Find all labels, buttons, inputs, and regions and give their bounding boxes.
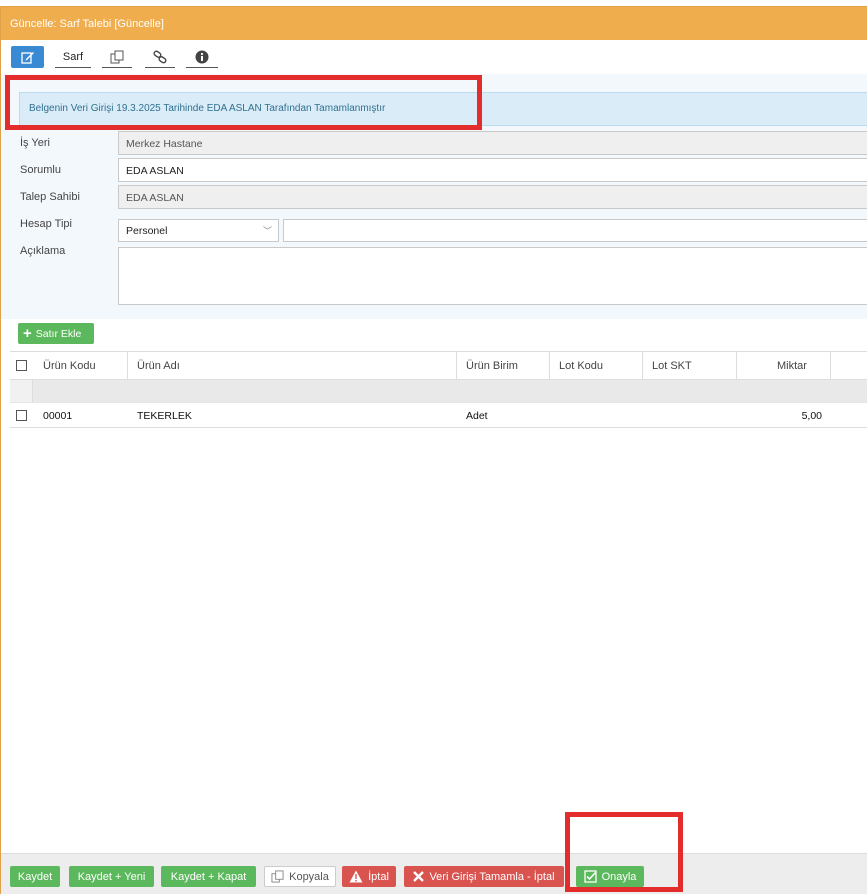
hesap-tipi-value: Personel xyxy=(126,225,168,237)
column-divider xyxy=(456,352,457,380)
warning-icon xyxy=(349,870,363,883)
highlight-box-onayla xyxy=(565,812,683,892)
table-row[interactable]: 00001 TEKERLEK Adet 5,00 xyxy=(10,403,867,428)
info-icon xyxy=(195,50,209,63)
col-miktar[interactable]: Miktar xyxy=(777,352,807,380)
close-icon xyxy=(413,871,425,882)
highlight-box-alert xyxy=(5,75,482,130)
save-new-button[interactable]: Kaydet + Yeni xyxy=(69,866,154,887)
iptal-label: İptal xyxy=(368,870,389,883)
is-yeri-label: İş Yeri xyxy=(20,137,50,149)
aciklama-textarea[interactable] xyxy=(118,247,867,305)
col-urun-adi[interactable]: Ürün Adı xyxy=(137,352,180,380)
veri-girisi-iptal-button[interactable]: Veri Girişi Tamamla - İptal xyxy=(404,866,564,887)
hesap-detay-field[interactable] xyxy=(283,219,867,242)
is-yeri-field[interactable]: Merkez Hastane xyxy=(118,131,867,155)
iptal-button[interactable]: İptal xyxy=(342,866,396,887)
col-lot-skt[interactable]: Lot SKT xyxy=(652,352,692,380)
plus-icon: + xyxy=(23,325,32,342)
row-checkbox[interactable] xyxy=(16,410,27,421)
sorumlu-label: Sorumlu xyxy=(20,164,61,176)
filter-row xyxy=(10,380,867,403)
add-row-button[interactable]: + Satır Ekle xyxy=(18,323,94,344)
column-divider xyxy=(830,352,831,380)
col-lot-kodu[interactable]: Lot Kodu xyxy=(559,352,603,380)
hesap-tipi-label: Hesap Tipi xyxy=(20,218,72,230)
cell-urun-birim: Adet xyxy=(466,410,488,422)
grid-header: Ürün Kodu Ürün Adı Ürün Birim Lot Kodu L… xyxy=(10,351,867,380)
select-all-checkbox[interactable] xyxy=(16,360,27,371)
chevron-down-icon: ﹀ xyxy=(262,226,272,236)
hesap-tipi-select[interactable]: Personel ﹀ xyxy=(118,219,279,242)
save-button[interactable]: Kaydet xyxy=(10,866,60,887)
talep-sahibi-field[interactable]: EDA ASLAN xyxy=(118,185,867,209)
copy-icon xyxy=(110,50,124,63)
link-icon xyxy=(153,50,167,63)
column-divider xyxy=(127,352,128,380)
footer-bar: Kaydet Kaydet + Yeni Kaydet + Kapat Kopy… xyxy=(1,853,867,894)
copy-button[interactable] xyxy=(102,46,132,68)
info-button[interactable] xyxy=(186,46,218,68)
column-divider xyxy=(642,352,643,380)
kopyala-button[interactable]: Kopyala xyxy=(264,866,336,887)
items-grid: Ürün Kodu Ürün Adı Ürün Birim Lot Kodu L… xyxy=(10,351,867,848)
col-urun-kodu[interactable]: Ürün Kodu xyxy=(43,352,96,380)
cell-urun-adi: TEKERLEK xyxy=(137,410,192,422)
aciklama-label: Açıklama xyxy=(20,245,66,257)
edit-icon xyxy=(20,51,34,64)
col-urun-birim[interactable]: Ürün Birim xyxy=(466,352,518,380)
link-button[interactable] xyxy=(145,46,175,68)
save-close-button[interactable]: Kaydet + Kapat xyxy=(161,866,256,887)
window-title: Güncelle: Sarf Talebi [Güncelle] xyxy=(1,7,867,40)
cell-miktar: 5,00 xyxy=(801,410,822,422)
veri-girisi-iptal-label: Veri Girişi Tamamla - İptal xyxy=(429,870,555,883)
sarf-button[interactable]: Sarf xyxy=(55,46,91,68)
copy-icon xyxy=(271,870,284,883)
dialog-window: Güncelle: Sarf Talebi [Güncelle] Sarf Be… xyxy=(0,6,867,894)
filter-cell[interactable] xyxy=(32,380,867,402)
kopyala-label: Kopyala xyxy=(289,870,329,883)
cell-urun-kodu: 00001 xyxy=(43,410,73,422)
edit-button[interactable] xyxy=(11,46,44,68)
toolbar: Sarf xyxy=(1,40,867,74)
sorumlu-field[interactable]: EDA ASLAN xyxy=(118,158,867,182)
column-divider xyxy=(736,352,737,380)
add-row-label: Satır Ekle xyxy=(35,327,82,340)
column-divider xyxy=(549,352,550,380)
talep-sahibi-label: Talep Sahibi xyxy=(20,191,80,203)
